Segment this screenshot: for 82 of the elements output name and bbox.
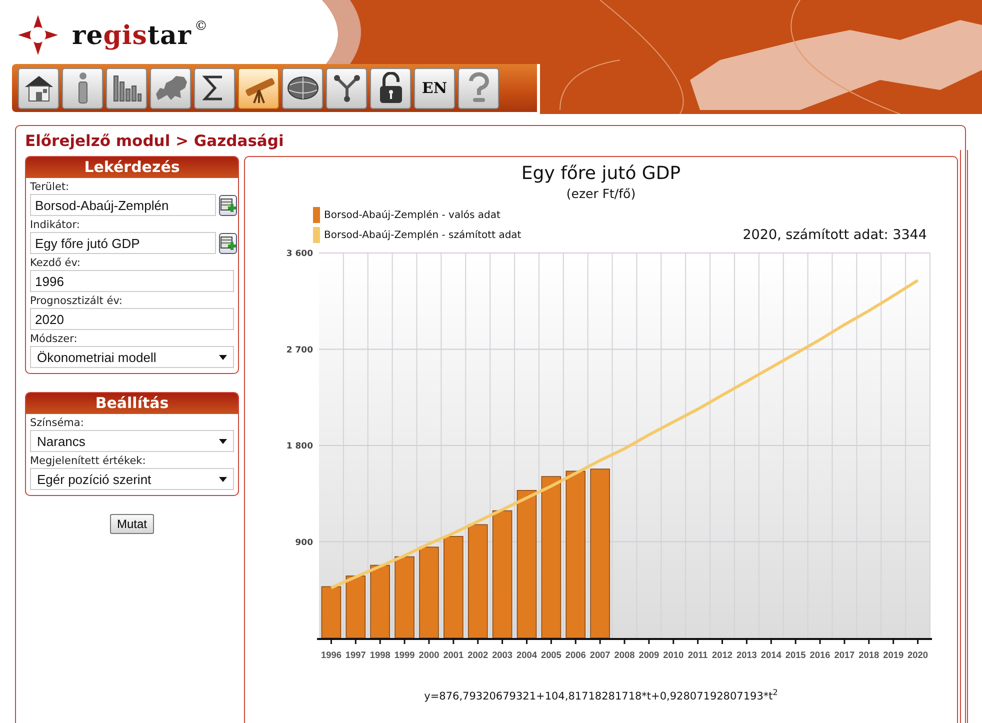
axis-label: 2018 xyxy=(858,650,880,660)
axis-label: 2020 xyxy=(908,650,928,660)
panel-title: Beállítás xyxy=(26,393,238,414)
caret-icon xyxy=(219,476,227,482)
value-readout: 2020, számított adat: 3344 xyxy=(742,227,927,243)
caret-icon xyxy=(219,438,227,444)
compass-star-icon xyxy=(18,15,58,55)
field-label: Indikátor: xyxy=(30,219,81,231)
field-label: Kezdő év: xyxy=(30,257,82,269)
table-add-icon xyxy=(220,198,236,212)
breadcrumb: Előrejelző modul > Gazdasági xyxy=(25,132,285,150)
axis-label: 900 xyxy=(295,538,313,548)
toolbar-button[interactable] xyxy=(62,68,103,108)
axis-label: 2005 xyxy=(540,650,562,660)
globe-icon xyxy=(286,75,320,101)
axis-label: 2002 xyxy=(468,650,488,660)
toolbar-button[interactable] xyxy=(282,68,323,108)
bar-chart-icon xyxy=(110,73,142,103)
toolbar-button[interactable] xyxy=(238,68,279,108)
axis-label: 2009 xyxy=(638,650,660,660)
toolbar-button[interactable] xyxy=(326,68,367,108)
toolbar-button[interactable] xyxy=(194,68,235,108)
axis-label: 1 800 xyxy=(286,442,313,452)
axis-label: 2015 xyxy=(785,650,806,660)
dropdown[interactable]: Narancs xyxy=(30,430,234,452)
branch-icon xyxy=(332,73,362,103)
text-field[interactable]: Borsod-Abaúj-Zemplén xyxy=(30,194,216,216)
padlock-icon xyxy=(378,72,404,104)
axis-label: 3 600 xyxy=(286,249,313,259)
curved-band xyxy=(322,0,361,64)
panel-title: Lekérdezés xyxy=(26,157,238,178)
axis-label: 1998 xyxy=(370,650,390,660)
toolbar-button[interactable] xyxy=(18,68,59,108)
bar xyxy=(346,576,366,638)
axis-label: 2017 xyxy=(834,650,855,660)
axis-label: 1999 xyxy=(394,650,415,660)
table-add-icon xyxy=(220,236,236,250)
chart-title: Egy főre jutó GDP xyxy=(521,163,681,184)
field-label: Terület: xyxy=(30,181,70,193)
text-field[interactable]: 2020 xyxy=(30,308,234,330)
add-button[interactable] xyxy=(219,232,237,254)
toolbar-button[interactable] xyxy=(370,68,411,108)
axis-label: 2008 xyxy=(614,650,635,660)
question-mark-icon xyxy=(466,72,490,104)
text-field[interactable]: Egy főre jutó GDP xyxy=(30,232,216,254)
regression-formula: y=876,79320679321+104,81718281718*t+0,92807192807193*t$^{2}$ xyxy=(424,688,778,702)
axis-label: 2000 xyxy=(418,650,440,660)
caret-icon xyxy=(219,354,227,360)
chart-subtitle: (ezer Ft/fő) xyxy=(566,186,636,201)
language-button[interactable]: EN xyxy=(414,68,455,108)
axis-label: 2012 xyxy=(712,650,732,660)
legend-label: Borsod-Abaúj-Zemplén - valós adat xyxy=(324,210,500,220)
toolbar-button[interactable] xyxy=(106,68,147,108)
dropdown[interactable]: Egér pozíció szerint xyxy=(30,468,234,490)
field-label: Megjelenített értékek: xyxy=(30,455,147,467)
axis-label: 2001 xyxy=(443,650,464,660)
field-label: Színséma: xyxy=(30,417,85,429)
show-button[interactable]: Mutat xyxy=(110,514,154,534)
axis-label: 2011 xyxy=(688,650,708,660)
axis-label: 2013 xyxy=(736,650,757,660)
axis-label: 1997 xyxy=(345,650,366,660)
text-field[interactable]: 1996 xyxy=(30,270,234,292)
axis-label: 2003 xyxy=(492,650,513,660)
field-label: Módszer: xyxy=(30,333,78,345)
axis-label: 2004 xyxy=(516,650,537,660)
add-button[interactable] xyxy=(219,194,237,216)
bar xyxy=(321,586,342,638)
axis-label: 1996 xyxy=(321,650,342,660)
axis-label: 2014 xyxy=(760,650,782,660)
info-icon xyxy=(76,72,90,104)
axis-label: 2007 xyxy=(590,650,610,660)
axis-label: 2006 xyxy=(565,650,586,660)
house-icon xyxy=(22,73,54,103)
dropdown[interactable]: Ökonometriai modell xyxy=(30,346,234,368)
axis-label: 2010 xyxy=(663,650,684,660)
field-label: Prognosztizált év: xyxy=(30,295,124,307)
axis-label: 2016 xyxy=(810,650,830,660)
axis-label: 2 700 xyxy=(286,345,313,356)
legend-label: Borsod-Abaúj-Zemplén - számított adat xyxy=(324,230,522,240)
logo-wordmark: registar$^{©}$ xyxy=(72,19,208,51)
europe-map-icon xyxy=(154,74,188,102)
axis-label: 2019 xyxy=(883,650,904,660)
